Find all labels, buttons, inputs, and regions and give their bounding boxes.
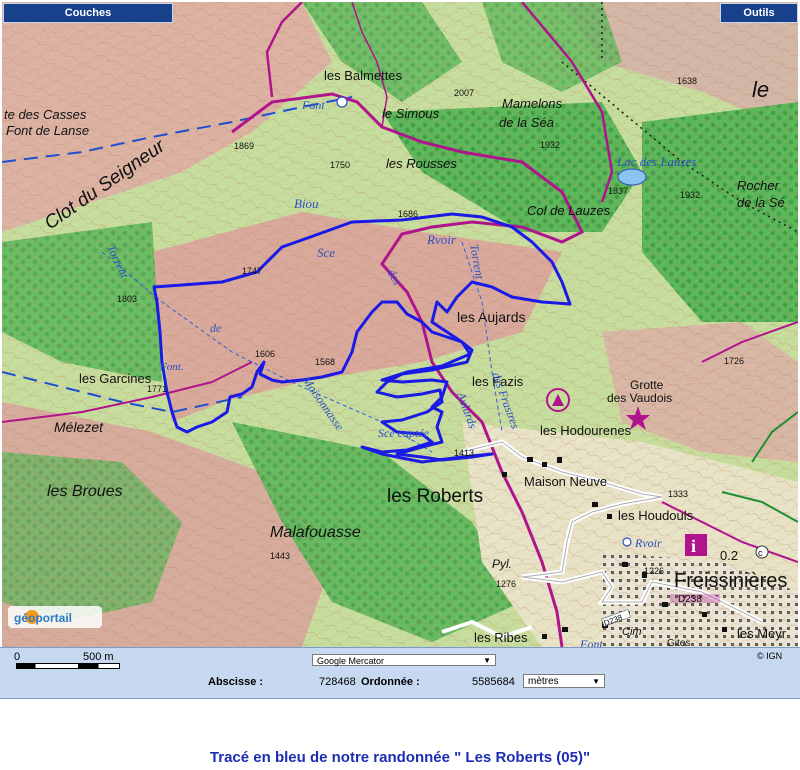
layers-button[interactable]: Couches — [3, 3, 173, 23]
label-les-ribes: les Ribes — [474, 630, 528, 645]
label-balmettes: les Balmettes — [324, 68, 403, 83]
label-des-vaudois: des Vaudois — [607, 391, 672, 405]
map-viewer: i c les Balmettes 2007 Mamelons de la Sé… — [0, 0, 800, 700]
label-alt-1413: 1413 — [454, 448, 474, 458]
label-d238-b: D238 — [678, 594, 702, 605]
label-les-aujards: les Aujards — [457, 309, 525, 325]
label-alt-1726: 1726 — [724, 356, 744, 366]
label-les-garcines: les Garcines — [79, 371, 152, 386]
label-alt-1771: 1771 — [147, 384, 167, 394]
projection-value: Google Mercator — [317, 656, 385, 666]
label-alt-1276: 1276 — [496, 579, 516, 589]
label-lac-des-lauzes: Lac des Lauzes — [616, 154, 696, 169]
label-te-des-casses: te des Casses — [4, 107, 87, 122]
chevron-down-icon: ▼ — [592, 677, 600, 686]
geoportail-logo: géoportail — [8, 606, 102, 628]
label-font-bottom: Font — [579, 637, 603, 647]
scale-bar — [16, 663, 120, 669]
label-col-de-lauzes: Col de Lauzes — [527, 203, 611, 218]
svg-text:c: c — [758, 548, 763, 558]
label-gites: Gites — [667, 638, 690, 647]
page-caption: Tracé en bleu de notre randonnée " Les R… — [209, 749, 591, 766]
label-de-left: de — [210, 321, 222, 335]
label-les-rousses: les Rousses — [386, 156, 457, 171]
label-malafouasse: Malafouasse — [270, 524, 361, 541]
label-alt-1803: 1803 — [117, 294, 137, 304]
label-alt-1226: 1226 — [644, 566, 664, 576]
chevron-down-icon: ▼ — [483, 656, 491, 665]
label-melezet: Mélezet — [54, 419, 104, 435]
tools-button[interactable]: Outils — [720, 3, 798, 23]
copyright-label: © IGN — [757, 651, 783, 661]
unit-value: mètres — [528, 676, 559, 687]
label-biou: Biou — [294, 196, 319, 211]
label-sce-1: Sce — [317, 245, 335, 260]
label-alt-1333: 1333 — [668, 489, 688, 499]
label-mamelons: Mamelons — [502, 96, 562, 111]
map-status-bar: 0 500 m Google Mercator ▼ © IGN Abscisse… — [0, 647, 800, 699]
scale-distance-label: 500 m — [83, 651, 114, 663]
abscisse-value: 728468 — [319, 676, 356, 688]
label-maison-neuve: Maison Neuve — [524, 474, 607, 489]
label-les-houdouls: les Houdouls — [618, 508, 694, 523]
label-les-broues: les Broues — [47, 483, 123, 500]
scale-zero-label: 0 — [14, 651, 21, 663]
label-de-la-sea: de la Séa — [499, 115, 554, 130]
label-alt-1686: 1686 — [398, 209, 418, 219]
label-rvoir-1: Rvoir — [426, 232, 457, 247]
projection-select[interactable]: Google Mercator ▼ — [312, 654, 496, 666]
label-alt-1932a: 1932 — [540, 140, 560, 150]
label-fontaine: Font. — [159, 361, 184, 373]
label-alt-1837: 1837 — [608, 186, 628, 196]
label-alt-1443: 1443 — [270, 551, 290, 561]
ordonnee-label: Ordonnée : — [361, 676, 420, 688]
label-font: Font — [301, 98, 325, 112]
label-rvoir-2: Rvoir — [634, 536, 662, 550]
label-alt-1747: 1747 — [242, 266, 262, 276]
svg-text:géoportail: géoportail — [14, 611, 72, 625]
label-freissinieres: Freissinières — [674, 570, 787, 592]
label-de-la-se: de la Sé — [737, 195, 785, 210]
label-font-de-lanse: Font de Lanse — [6, 123, 89, 138]
label-alt-1932b: 1932 — [680, 190, 700, 200]
label-le: le — [752, 77, 769, 102]
unit-select[interactable]: mètres ▼ — [523, 674, 605, 688]
svg-text:i: i — [691, 536, 696, 556]
label-alt-1638: 1638 — [677, 76, 697, 86]
ordonnee-value: 5585684 — [472, 676, 515, 688]
label-sce-captee: Sce captée — [378, 426, 430, 440]
label-rocher: Rocher — [737, 178, 780, 193]
label-alt-2007: 2007 — [454, 88, 474, 98]
label-les-hodourenes: les Hodourenes — [540, 423, 632, 438]
label-les-meyr: les Meyr — [737, 626, 787, 641]
abscisse-label: Abscisse : — [208, 676, 264, 688]
label-alt-1750: 1750 — [330, 160, 350, 170]
label-grotte: Grotte — [630, 378, 664, 392]
label-le-simous: le Simous — [382, 106, 440, 121]
label-info-0-2: 0.2 — [720, 548, 738, 563]
topographic-map[interactable]: i c les Balmettes 2007 Mamelons de la Sé… — [2, 2, 798, 647]
label-alt-1606: 1606 — [255, 349, 275, 359]
label-alt-1869: 1869 — [234, 141, 254, 151]
map-canvas[interactable]: i c les Balmettes 2007 Mamelons de la Sé… — [2, 2, 798, 647]
label-les-roberts: les Roberts — [387, 486, 483, 507]
label-cim: Cim — [622, 626, 642, 638]
label-pyl: Pyl. — [492, 557, 512, 571]
label-alt-1568: 1568 — [315, 357, 335, 367]
